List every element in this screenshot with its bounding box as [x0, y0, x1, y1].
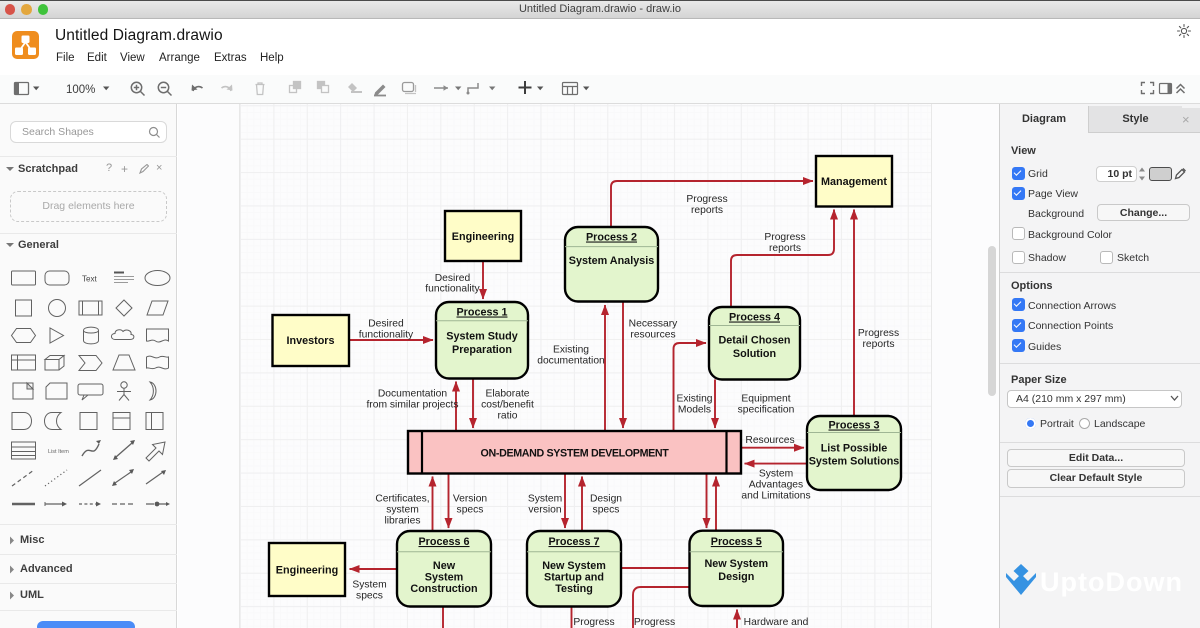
svg-text:Resources: Resources [745, 435, 794, 446]
svg-text:resources: resources [630, 330, 675, 341]
svg-text:Desired: Desired [435, 273, 471, 284]
svg-text:System Solutions: System Solutions [809, 456, 900, 468]
svg-text:cost/benefit: cost/benefit [481, 400, 534, 411]
svg-text:Elaborate: Elaborate [485, 389, 529, 400]
svg-text:Startup and: Startup and [544, 572, 604, 584]
svg-text:documentation: documentation [537, 356, 605, 367]
svg-text:Process 1: Process 1 [456, 307, 507, 319]
svg-text:reports: reports [769, 243, 801, 254]
svg-text:System Study: System Study [446, 331, 517, 343]
svg-text:Progress: Progress [573, 617, 614, 628]
svg-text:reports: reports [691, 205, 723, 216]
svg-text:Existing: Existing [676, 394, 712, 405]
svg-text:Process 5: Process 5 [711, 536, 762, 548]
svg-text:system: system [386, 505, 419, 516]
svg-text:and Limitations: and Limitations [741, 491, 810, 502]
svg-text:System: System [528, 494, 562, 505]
svg-text:version: version [528, 505, 561, 516]
svg-text:Documentation: Documentation [378, 389, 448, 400]
svg-text:Existing: Existing [553, 345, 589, 356]
svg-text:Necessary: Necessary [629, 319, 678, 330]
svg-text:Management: Management [821, 176, 887, 188]
svg-text:List Possible: List Possible [821, 443, 888, 455]
svg-text:ON-DEMAND SYSTEM DEVELOPMENT: ON-DEMAND SYSTEM DEVELOPMENT [481, 448, 670, 460]
svg-text:Version: Version [453, 494, 488, 505]
svg-text:Advantages: Advantages [749, 480, 803, 491]
svg-text:specs: specs [593, 505, 620, 516]
svg-text:Preparation: Preparation [452, 344, 512, 356]
svg-text:Process 2: Process 2 [586, 232, 637, 244]
svg-text:Desired: Desired [368, 319, 404, 330]
svg-text:Process 3: Process 3 [828, 420, 879, 432]
svg-text:functionality: functionality [425, 284, 480, 295]
svg-text:Construction: Construction [410, 583, 477, 595]
svg-text:System Analysis: System Analysis [569, 255, 654, 267]
svg-text:Models: Models [678, 405, 711, 416]
svg-text:reports: reports [862, 339, 894, 350]
svg-text:Design: Design [718, 571, 754, 583]
svg-text:specs: specs [457, 505, 484, 516]
svg-text:System: System [425, 572, 463, 584]
svg-text:Engineering: Engineering [276, 564, 338, 576]
svg-text:100%: 100% [66, 84, 95, 96]
svg-text:Text: Text [82, 275, 97, 284]
svg-text:specification: specification [738, 405, 795, 416]
svg-text:Engineering: Engineering [452, 231, 514, 243]
svg-text:Progress: Progress [686, 194, 727, 205]
svg-text:specs: specs [356, 591, 383, 602]
svg-text:Process 7: Process 7 [548, 536, 599, 548]
svg-text:Equipment: Equipment [741, 394, 790, 405]
svg-text:ratio: ratio [497, 411, 517, 422]
svg-text:UptoDown: UptoDown [1040, 567, 1183, 597]
svg-text:List Item: List Item [48, 449, 69, 455]
svg-text:Process 4: Process 4 [729, 312, 780, 324]
svg-text:New System: New System [704, 558, 768, 570]
svg-text:New System: New System [542, 560, 606, 572]
svg-text:Progress: Progress [634, 617, 675, 628]
svg-text:Solution: Solution [733, 348, 776, 360]
svg-text:New: New [433, 560, 456, 572]
svg-text:Detail Chosen: Detail Chosen [719, 335, 791, 347]
svg-text:Progress: Progress [764, 232, 805, 243]
svg-text:System: System [759, 469, 793, 480]
svg-text:from similar projects: from similar projects [366, 400, 458, 411]
svg-text:libraries: libraries [384, 516, 420, 527]
svg-text:functionality: functionality [359, 330, 414, 341]
svg-text:Investors: Investors [286, 335, 334, 347]
svg-text:Process 6: Process 6 [418, 536, 469, 548]
svg-text:Testing: Testing [555, 583, 593, 595]
svg-text:Hardware and: Hardware and [744, 617, 809, 628]
svg-text:Design: Design [590, 494, 622, 505]
svg-text:Certificates,: Certificates, [375, 494, 429, 505]
svg-text:Progress: Progress [858, 328, 899, 339]
svg-text:System: System [352, 580, 386, 591]
